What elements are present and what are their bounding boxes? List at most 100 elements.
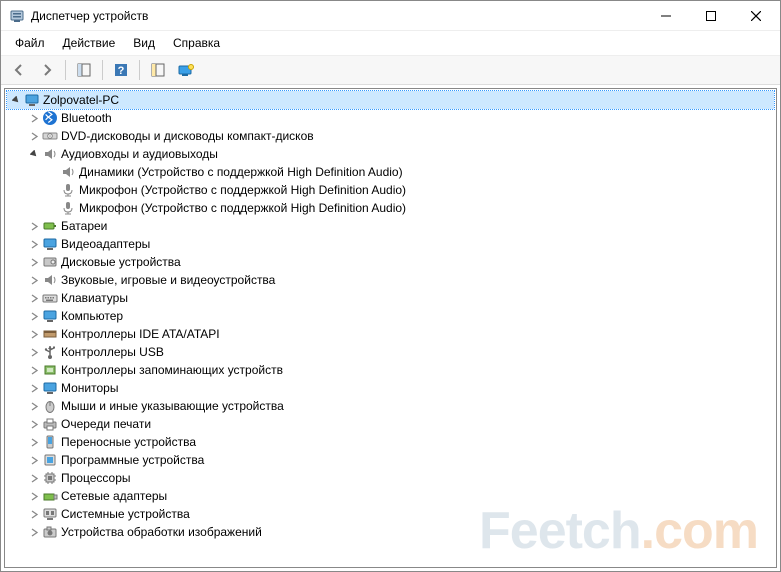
tree-category-ide[interactable]: Контроллеры IDE ATA/ATAPI — [25, 325, 774, 343]
minimize-button[interactable] — [643, 1, 688, 30]
expand-icon[interactable] — [27, 525, 41, 539]
tree-category-software-devices[interactable]: Программные устройства — [25, 451, 774, 469]
expand-icon[interactable] — [27, 345, 41, 359]
expand-icon[interactable] — [27, 381, 41, 395]
tree-label: Zolpovatel-PC — [43, 93, 119, 107]
tree-category-imaging[interactable]: Устройства обработки изображений — [25, 523, 774, 541]
keyboard-icon — [42, 290, 58, 306]
expand-icon[interactable] — [27, 399, 41, 413]
display-adapter-icon — [42, 236, 58, 252]
tree-category-mouse[interactable]: Мыши и иные указывающие устройства — [25, 397, 774, 415]
tree-category-portable[interactable]: Переносные устройства — [25, 433, 774, 451]
monitor-icon — [42, 380, 58, 396]
tree-label: Мыши и иные указывающие устройства — [61, 399, 284, 413]
disk-drive-icon — [42, 254, 58, 270]
expand-icon[interactable] — [27, 507, 41, 521]
expand-icon[interactable] — [27, 291, 41, 305]
expand-icon[interactable] — [27, 309, 41, 323]
expand-icon[interactable] — [27, 453, 41, 467]
tree-category-system-devices[interactable]: Системные устройства — [25, 505, 774, 523]
tree-label: Микрофон (Устройство с поддержкой High D… — [79, 183, 406, 197]
tree-label: Сетевые адаптеры — [61, 489, 167, 503]
menu-view[interactable]: Вид — [125, 33, 163, 53]
expand-icon[interactable] — [27, 327, 41, 341]
tree-category-battery[interactable]: Батареи — [25, 217, 774, 235]
tree-label: Контроллеры IDE ATA/ATAPI — [61, 327, 220, 341]
collapse-icon[interactable] — [27, 147, 41, 161]
show-hidden-devices-button[interactable] — [174, 59, 198, 81]
close-button[interactable] — [733, 1, 778, 30]
menu-action[interactable]: Действие — [55, 33, 124, 53]
toolbar: ? — [1, 56, 780, 85]
tree-label: Батареи — [61, 219, 107, 233]
svg-text:?: ? — [118, 65, 125, 77]
tree-device-speakers[interactable]: Динамики (Устройство с поддержкой High D… — [43, 163, 774, 181]
expand-icon[interactable] — [27, 255, 41, 269]
imaging-device-icon — [42, 524, 58, 540]
toolbar-separator — [65, 60, 66, 80]
tree-category-monitor[interactable]: Мониторы — [25, 379, 774, 397]
menubar: Файл Действие Вид Справка — [1, 31, 780, 56]
tree-category-disk[interactable]: Дисковые устройства — [25, 253, 774, 271]
tree-label: Устройства обработки изображений — [61, 525, 262, 539]
expand-icon[interactable] — [27, 471, 41, 485]
tree-label: Мониторы — [61, 381, 118, 395]
tree-category-computer[interactable]: Компьютер — [25, 307, 774, 325]
tree-category-dvd[interactable]: DVD-дисководы и дисководы компакт-дисков — [25, 127, 774, 145]
battery-icon — [42, 218, 58, 234]
titlebar: Диспетчер устройств — [1, 1, 780, 31]
microphone-icon — [60, 200, 76, 216]
expand-icon[interactable] — [27, 111, 41, 125]
tree-label: Клавиатуры — [61, 291, 128, 305]
expand-icon[interactable] — [27, 489, 41, 503]
expand-icon[interactable] — [27, 129, 41, 143]
tree-label: DVD-дисководы и дисководы компакт-дисков — [61, 129, 314, 143]
expand-icon[interactable] — [27, 417, 41, 431]
tree-category-video[interactable]: Видеоадаптеры — [25, 235, 774, 253]
window-controls — [643, 1, 778, 30]
expand-icon[interactable] — [27, 363, 41, 377]
tree-device-microphone[interactable]: Микрофон (Устройство с поддержкой High D… — [43, 181, 774, 199]
tree-category-sound-game[interactable]: Звуковые, игровые и видеоустройства — [25, 271, 774, 289]
expand-icon[interactable] — [27, 219, 41, 233]
usb-icon — [42, 344, 58, 360]
expand-icon[interactable] — [27, 237, 41, 251]
network-adapter-icon — [42, 488, 58, 504]
tree-category-bluetooth[interactable]: Bluetooth — [25, 109, 774, 127]
tree-category-network[interactable]: Сетевые адаптеры — [25, 487, 774, 505]
tree-label: Видеоадаптеры — [61, 237, 150, 251]
maximize-button[interactable] — [688, 1, 733, 30]
tree-category-audio[interactable]: Аудиовходы и аудиовыходы — [25, 145, 774, 163]
collapse-icon[interactable] — [9, 93, 23, 107]
forward-button[interactable] — [35, 59, 59, 81]
tree-label: Переносные устройства — [61, 435, 196, 449]
computer-icon — [42, 308, 58, 324]
show-hide-console-tree-button[interactable] — [72, 59, 96, 81]
tree-device-microphone[interactable]: Микрофон (Устройство с поддержкой High D… — [43, 199, 774, 217]
menu-file[interactable]: Файл — [7, 33, 53, 53]
tree-category-storage-controllers[interactable]: Контроллеры запоминающих устройств — [25, 361, 774, 379]
mouse-icon — [42, 398, 58, 414]
tree-category-keyboard[interactable]: Клавиатуры — [25, 289, 774, 307]
expand-icon[interactable] — [27, 273, 41, 287]
tree-label: Контроллеры USB — [61, 345, 164, 359]
back-button[interactable] — [7, 59, 31, 81]
tree-category-cpu[interactable]: Процессоры — [25, 469, 774, 487]
speaker-icon — [42, 146, 58, 162]
help-button[interactable]: ? — [109, 59, 133, 81]
tree-category-usb[interactable]: Контроллеры USB — [25, 343, 774, 361]
tree-label: Дисковые устройства — [61, 255, 181, 269]
software-device-icon — [42, 452, 58, 468]
menu-help[interactable]: Справка — [165, 33, 228, 53]
tree-label: Bluetooth — [61, 111, 112, 125]
device-tree[interactable]: Zolpovatel-PC Bluetooth DVD-дисководы и … — [4, 88, 777, 568]
scan-hardware-button[interactable] — [146, 59, 170, 81]
tree-label: Очереди печати — [61, 417, 151, 431]
microphone-icon — [60, 182, 76, 198]
tree-label: Звуковые, игровые и видеоустройства — [61, 273, 275, 287]
tree-category-print-queue[interactable]: Очереди печати — [25, 415, 774, 433]
device-manager-icon — [9, 8, 25, 24]
tree-root[interactable]: Zolpovatel-PC — [7, 91, 774, 109]
expand-icon[interactable] — [27, 435, 41, 449]
tree-label: Системные устройства — [61, 507, 190, 521]
